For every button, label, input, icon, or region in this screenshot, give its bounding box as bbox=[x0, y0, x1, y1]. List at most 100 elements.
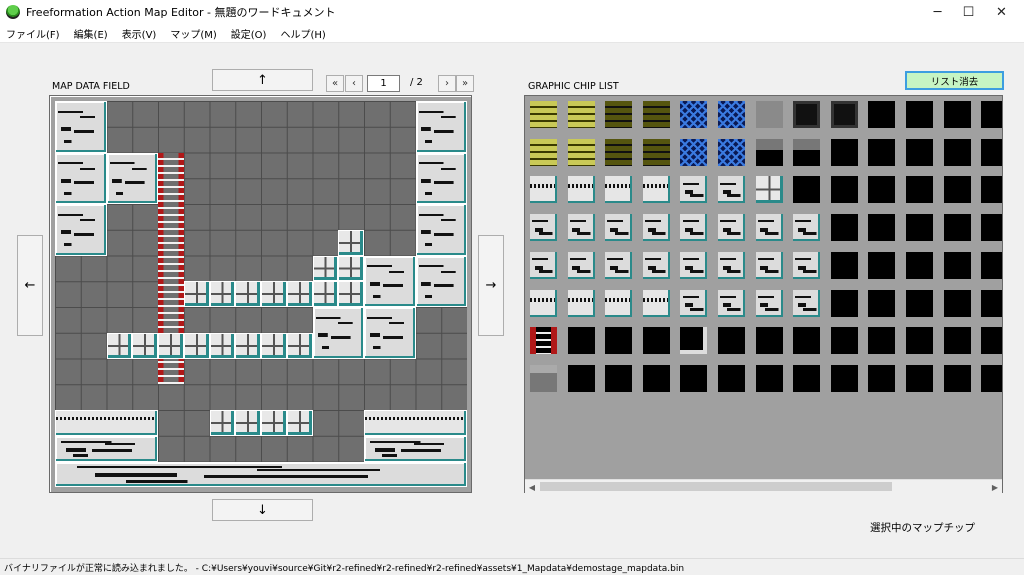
graphic-chip[interactable] bbox=[680, 327, 708, 355]
graphic-chip[interactable] bbox=[830, 327, 858, 355]
graphic-chip[interactable] bbox=[567, 289, 595, 317]
graphic-chip[interactable] bbox=[868, 101, 896, 128]
graphic-chip[interactable] bbox=[981, 364, 1002, 392]
maximize-button[interactable]: ☐ bbox=[953, 0, 984, 24]
menu-edit[interactable]: 編集(E) bbox=[74, 26, 108, 41]
graphic-chip[interactable] bbox=[567, 327, 595, 355]
map-tile[interactable] bbox=[209, 332, 236, 359]
last-page-button[interactable]: » bbox=[456, 75, 474, 92]
graphic-chip[interactable] bbox=[868, 364, 896, 392]
menu-file[interactable]: ファイル(F) bbox=[6, 26, 60, 41]
graphic-chip[interactable] bbox=[605, 214, 633, 242]
graphic-chip[interactable] bbox=[718, 364, 745, 392]
graphic-chip[interactable] bbox=[680, 101, 708, 128]
map-tile[interactable] bbox=[312, 281, 339, 307]
map-tile[interactable] bbox=[364, 435, 467, 462]
menu-view[interactable]: 表示(V) bbox=[122, 26, 157, 41]
graphic-chip[interactable] bbox=[868, 176, 896, 204]
menu-help[interactable]: ヘルプ(H) bbox=[280, 26, 325, 41]
graphic-chip[interactable] bbox=[680, 364, 708, 392]
map-data-field[interactable] bbox=[49, 95, 472, 493]
graphic-chip[interactable] bbox=[680, 289, 708, 317]
graphic-chip[interactable] bbox=[567, 364, 595, 392]
graphic-chip[interactable] bbox=[530, 101, 557, 128]
map-tile[interactable] bbox=[261, 332, 287, 359]
graphic-chip[interactable] bbox=[642, 251, 670, 279]
scroll-right-arrow-icon[interactable]: ▶ bbox=[988, 480, 1002, 494]
graphic-chip[interactable] bbox=[718, 138, 745, 166]
map-tile[interactable] bbox=[286, 332, 313, 359]
minimize-button[interactable]: ─ bbox=[922, 0, 953, 24]
graphic-chip[interactable] bbox=[755, 327, 783, 355]
graphic-chip[interactable] bbox=[906, 101, 933, 128]
graphic-chip[interactable] bbox=[680, 214, 708, 242]
graphic-chip[interactable] bbox=[755, 101, 783, 128]
graphic-chip[interactable] bbox=[906, 176, 933, 204]
graphic-chip[interactable] bbox=[605, 251, 633, 279]
graphic-chip[interactable] bbox=[830, 138, 858, 166]
graphic-chip[interactable] bbox=[680, 138, 708, 166]
graphic-chip[interactable] bbox=[567, 251, 595, 279]
map-tile[interactable] bbox=[338, 255, 364, 282]
graphic-chip[interactable] bbox=[830, 101, 858, 128]
map-tile[interactable] bbox=[55, 461, 467, 488]
graphic-chip[interactable] bbox=[567, 138, 595, 166]
map-tile[interactable] bbox=[312, 255, 339, 282]
map-tile[interactable] bbox=[338, 229, 364, 256]
graphic-chip[interactable] bbox=[868, 327, 896, 355]
graphic-chip[interactable] bbox=[943, 101, 971, 128]
graphic-chip[interactable] bbox=[830, 251, 858, 279]
graphic-chip[interactable] bbox=[605, 364, 633, 392]
graphic-chip[interactable] bbox=[642, 364, 670, 392]
graphic-chip[interactable] bbox=[642, 101, 670, 128]
graphic-chip-list[interactable] bbox=[524, 95, 1003, 493]
graphic-chip[interactable] bbox=[755, 176, 783, 204]
graphic-chip[interactable] bbox=[642, 138, 670, 166]
graphic-chip[interactable] bbox=[868, 289, 896, 317]
close-button[interactable]: ✕ bbox=[986, 0, 1017, 24]
map-tile[interactable] bbox=[415, 152, 467, 204]
graphic-chip[interactable] bbox=[830, 364, 858, 392]
next-page-button[interactable]: › bbox=[438, 75, 456, 92]
graphic-chip[interactable] bbox=[981, 251, 1002, 279]
map-tile[interactable] bbox=[55, 435, 158, 462]
graphic-chip[interactable] bbox=[642, 176, 670, 204]
map-tile[interactable] bbox=[55, 152, 107, 204]
map-tile[interactable] bbox=[209, 410, 236, 436]
graphic-chip[interactable] bbox=[906, 289, 933, 317]
map-tile[interactable] bbox=[235, 281, 261, 307]
map-tile[interactable] bbox=[261, 410, 287, 436]
map-tile[interactable] bbox=[312, 307, 364, 359]
graphic-chip[interactable] bbox=[530, 289, 557, 317]
map-tile[interactable] bbox=[415, 255, 467, 307]
graphic-chip[interactable] bbox=[793, 251, 821, 279]
graphic-chip[interactable] bbox=[793, 364, 821, 392]
graphic-chip[interactable] bbox=[718, 176, 745, 204]
graphic-chip[interactable] bbox=[642, 289, 670, 317]
map-tile[interactable] bbox=[364, 255, 416, 307]
scroll-down-button[interactable]: ↓ bbox=[212, 499, 313, 521]
graphic-chip[interactable] bbox=[906, 138, 933, 166]
graphic-chip[interactable] bbox=[793, 214, 821, 242]
scroll-right-button[interactable]: → bbox=[478, 235, 504, 336]
graphic-chip[interactable] bbox=[943, 289, 971, 317]
graphic-chip[interactable] bbox=[981, 138, 1002, 166]
chip-list-scrollbar[interactable]: ◀ ▶ bbox=[525, 479, 1002, 493]
map-tile[interactable] bbox=[261, 281, 287, 307]
graphic-chip[interactable] bbox=[981, 289, 1002, 317]
graphic-chip[interactable] bbox=[981, 214, 1002, 242]
graphic-chip[interactable] bbox=[830, 176, 858, 204]
graphic-chip[interactable] bbox=[906, 251, 933, 279]
scrollbar-thumb[interactable] bbox=[540, 482, 892, 491]
graphic-chip[interactable] bbox=[530, 176, 557, 204]
graphic-chip[interactable] bbox=[830, 289, 858, 317]
graphic-chip[interactable] bbox=[943, 364, 971, 392]
graphic-chip[interactable] bbox=[793, 101, 821, 128]
map-grid[interactable] bbox=[55, 101, 467, 488]
graphic-chip[interactable] bbox=[680, 251, 708, 279]
graphic-chip[interactable] bbox=[793, 327, 821, 355]
map-tile[interactable] bbox=[286, 410, 313, 436]
graphic-chip[interactable] bbox=[718, 251, 745, 279]
graphic-chip[interactable] bbox=[605, 101, 633, 128]
map-tile[interactable] bbox=[364, 307, 416, 359]
